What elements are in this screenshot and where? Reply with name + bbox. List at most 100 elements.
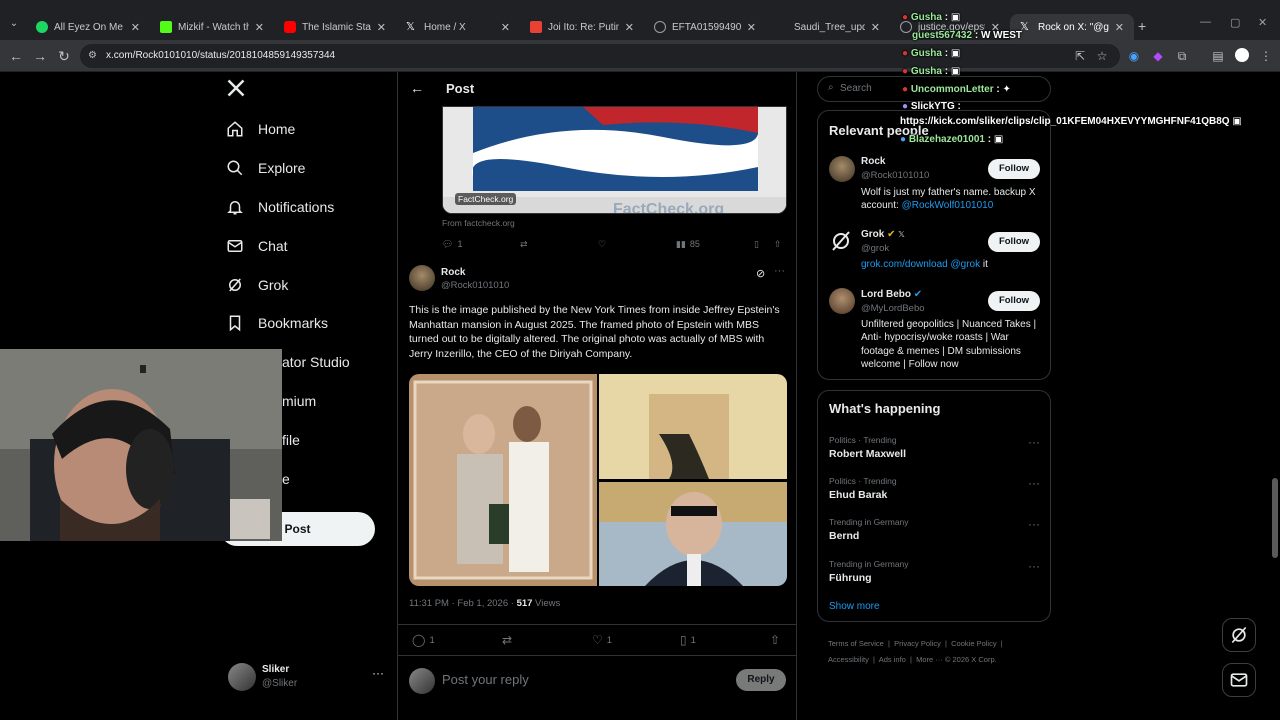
profile-icon[interactable] <box>1234 48 1250 64</box>
minimize-icon[interactable]: — <box>1200 16 1211 28</box>
close-icon[interactable]: ✕ <box>1115 21 1124 34</box>
trend-item[interactable]: Politics · Trending Ehud Barak ··· <box>829 476 1044 501</box>
show-more-link[interactable]: Show more <box>829 601 880 612</box>
reply-button[interactable]: 💬︎ 1 <box>442 239 462 250</box>
more-icon[interactable]: ··· <box>372 666 384 680</box>
card-source[interactable]: From factcheck.org <box>442 218 515 228</box>
grok-fab[interactable] <box>1222 618 1256 652</box>
browser-tab[interactable]: Joi Ito: Re: Putin — Ep✕ <box>520 14 644 40</box>
site-info-icon[interactable]: ⚙ <box>88 44 97 68</box>
nav-grok[interactable]: Grok <box>226 271 288 299</box>
author-handle[interactable]: @Rock0101010 <box>441 280 509 291</box>
footer-link[interactable]: Terms of Service <box>828 639 884 648</box>
close-icon[interactable]: ✕ <box>131 21 140 34</box>
footer-link[interactable]: Ads info <box>879 655 906 664</box>
author-name[interactable]: Rock <box>441 267 465 278</box>
follow-button[interactable]: Follow <box>988 291 1040 311</box>
browser-tab[interactable]: Mizkif - Watch the VO✕ <box>150 14 274 40</box>
grok-avatar-icon[interactable] <box>829 229 855 255</box>
footer-link[interactable]: Privacy Policy <box>894 639 941 648</box>
tweet-actions: ◯ 1 ⇄ ♡ 1 ▯ 1 ⇧ <box>412 632 788 648</box>
more-icon[interactable]: ··· <box>1028 517 1040 531</box>
tweet-media[interactable] <box>409 374 787 586</box>
views-button[interactable]: ▮▮ 85 <box>676 239 700 250</box>
more-icon[interactable]: ··· <box>1028 476 1040 490</box>
x-logo-icon[interactable] <box>226 78 250 102</box>
footer-link[interactable]: More ··· <box>916 655 943 664</box>
bio-link[interactable]: @RockWolf0101010 <box>902 200 994 211</box>
grok-icon[interactable]: ⊘ <box>756 267 765 280</box>
more-icon[interactable]: ··· <box>1028 435 1040 449</box>
like-button[interactable]: ♡ 1 <box>592 633 612 647</box>
nav-profile[interactable]: file <box>282 426 300 454</box>
follow-button[interactable]: Follow <box>988 159 1040 179</box>
close-window-icon[interactable]: ✕ <box>1258 16 1267 29</box>
like-icon[interactable]: ♡ <box>598 239 606 250</box>
puzzle-icon[interactable]: ⧉ <box>1174 48 1190 64</box>
extension-icon[interactable]: ◉ <box>1126 48 1142 64</box>
browser-tab[interactable]: The Islamic State (Full✕ <box>274 14 396 40</box>
close-icon[interactable]: ✕ <box>255 21 264 34</box>
nav-notifications[interactable]: Notifications <box>226 193 334 221</box>
extension-icon[interactable]: ◆ <box>1150 48 1166 64</box>
messages-fab[interactable] <box>1222 663 1256 697</box>
close-icon[interactable]: ✕ <box>625 21 634 34</box>
browser-tab[interactable]: Saudi_Tree_updated.jp✕ <box>766 14 890 40</box>
back-icon[interactable]: ← <box>6 46 26 66</box>
footer-link[interactable]: Accessibility <box>828 655 869 664</box>
reload-icon[interactable]: ↻ <box>54 46 74 66</box>
trend-item[interactable]: Trending in Germany Bernd ··· <box>829 517 1044 542</box>
follow-button[interactable]: Follow <box>988 232 1040 252</box>
close-icon[interactable]: ✕ <box>501 21 510 34</box>
share-icon[interactable]: ⇧ <box>770 633 780 647</box>
trend-item[interactable]: Trending in Germany Führung ··· <box>829 559 1044 584</box>
install-icon[interactable]: ⇱ <box>1072 48 1088 64</box>
maximize-icon[interactable]: ▢ <box>1230 16 1240 29</box>
nav-chat[interactable]: Chat <box>226 232 288 260</box>
nav-bookmarks[interactable]: Bookmarks <box>226 309 328 337</box>
menu-icon[interactable]: ⋮ <box>1258 48 1274 64</box>
person-name[interactable]: Rock <box>861 156 885 167</box>
trend-item[interactable]: Politics · Trending Robert Maxwell ··· <box>829 435 1044 460</box>
footer-link[interactable]: Cookie Policy <box>951 639 996 648</box>
bookmark-button[interactable]: ▯ 1 <box>680 633 696 647</box>
browser-tab[interactable]: EFTA01599490.pdf✕ <box>644 14 766 40</box>
browser-tab[interactable]: 𝕏 Home / X ✕ <box>396 14 520 40</box>
account-switcher[interactable]: Sliker @Sliker ··· <box>226 660 390 694</box>
star-icon[interactable]: ☆ <box>1094 48 1110 64</box>
bio-link[interactable]: grok.com/download @grok <box>861 259 980 270</box>
repost-icon[interactable]: ⇄ <box>502 633 512 647</box>
link-card-image[interactable]: FactCheck.org FactCheck.org <box>442 106 787 214</box>
reply-input[interactable]: Post your reply <box>442 672 722 687</box>
nav-more[interactable]: e <box>282 465 290 493</box>
more-icon[interactable]: ··· <box>1028 559 1040 573</box>
reply-button[interactable]: Reply <box>736 669 786 691</box>
repost-icon[interactable]: ⇄ <box>520 239 528 250</box>
avatar[interactable] <box>409 265 435 291</box>
nav-premium[interactable]: mium <box>282 387 316 415</box>
tab-search-icon[interactable]: ⌄ <box>6 18 22 34</box>
browser-tab[interactable]: All Eyez On Me - Albu✕ <box>26 14 150 40</box>
nav-explore[interactable]: Explore <box>226 154 305 182</box>
forward-icon[interactable]: → <box>30 46 50 66</box>
nav-creator-studio[interactable]: ator Studio <box>282 348 350 376</box>
tweet-time[interactable]: 11:31 PM · Feb 1, 2026 · <box>409 598 517 609</box>
new-tab-icon[interactable]: + <box>1138 18 1146 34</box>
avatar[interactable] <box>829 156 855 182</box>
person-name[interactable]: Grok ✔ 𝕏 <box>861 229 905 240</box>
more-icon[interactable]: ··· <box>774 265 785 277</box>
url-input[interactable]: ⚙ x.com/Rock0101010/status/20181048591493… <box>80 44 1120 68</box>
bookmark-icon[interactable]: ▯ <box>754 239 759 250</box>
close-icon[interactable]: ✕ <box>871 21 880 34</box>
share-icon[interactable]: ⇧ <box>774 239 782 250</box>
person-name[interactable]: Lord Bebo ✔ <box>861 289 922 300</box>
avatar[interactable] <box>829 288 855 314</box>
browser-tab-active[interactable]: 𝕏Rock on X: "@grok @✕ <box>1010 14 1134 40</box>
sidepanel-icon[interactable]: ▤ <box>1210 48 1226 64</box>
close-icon[interactable]: ✕ <box>747 21 756 34</box>
back-arrow-icon[interactable]: ← <box>410 80 424 96</box>
nav-home[interactable]: Home <box>226 115 295 143</box>
close-icon[interactable]: ✕ <box>377 21 386 34</box>
scrollbar-thumb[interactable] <box>1272 478 1278 558</box>
reply-button[interactable]: ◯ 1 <box>412 633 435 647</box>
